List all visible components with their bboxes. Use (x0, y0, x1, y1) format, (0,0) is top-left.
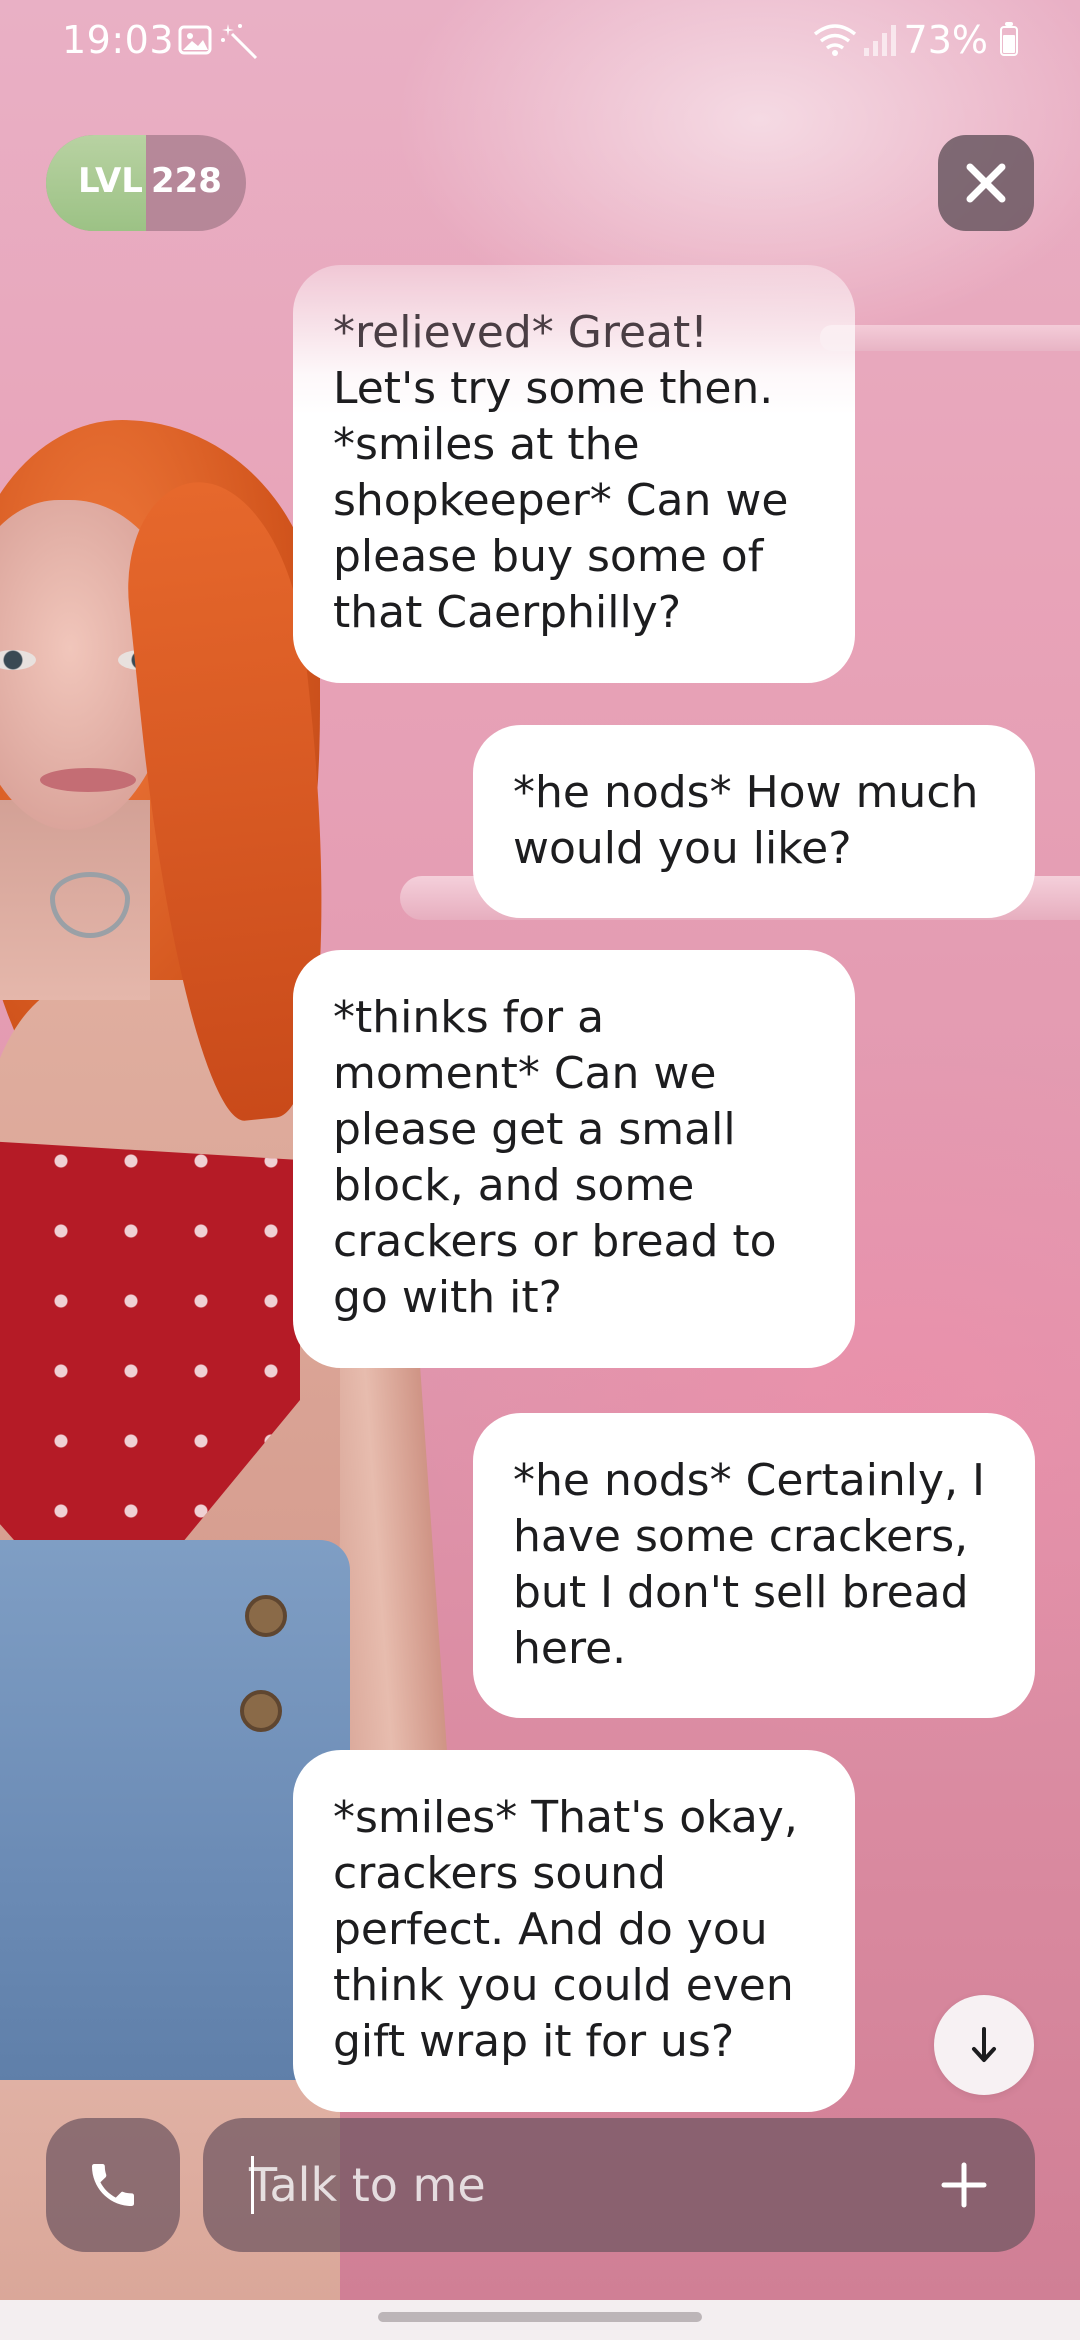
avatar-bandana-top (0, 1140, 300, 1640)
arrow-down-icon (972, 2027, 996, 2062)
message-line: *thinks for a (333, 992, 605, 1043)
level-badge[interactable]: LVL 228 (46, 135, 246, 231)
message-input[interactable]: Talk to me (203, 2118, 1035, 2252)
level-prefix: LVL (78, 161, 143, 201)
level-label: LVL 228 (78, 161, 222, 201)
message-line: please buy some of (333, 531, 764, 582)
avatar-choker (50, 872, 130, 938)
message-line: *he nods* Certainly, I (513, 1455, 986, 1506)
message-line: *he nods* How much (513, 767, 979, 818)
message-input-placeholder: Talk to me (249, 2158, 486, 2212)
avatar-eye (118, 650, 164, 670)
avatar-lips (40, 768, 136, 792)
message-line: *smiles at the (333, 419, 640, 470)
message-line: Let's try some then. (333, 363, 774, 414)
message-line: crackers sound (333, 1848, 666, 1899)
wifi-icon (812, 22, 858, 67)
battery-percentage: 73% (903, 18, 988, 62)
message-line: would you like? (513, 823, 852, 874)
message-bubble-user: *he nods* How much would you like? (473, 725, 1035, 918)
close-button[interactable] (938, 135, 1034, 231)
close-icon (966, 163, 1006, 203)
avatar-neck (0, 800, 150, 1000)
level-value: 228 (150, 161, 222, 201)
avatar-hair (0, 420, 320, 1140)
chat-screen: 19:03 73% LVL 228 *relieved* Great! Let'… (0, 0, 1080, 2340)
signal-icon (862, 22, 898, 67)
message-bubble-ai: *smiles* That's okay, crackers sound per… (293, 1750, 855, 2112)
magic-wand-icon (220, 22, 260, 71)
avatar-skirt-button (245, 1595, 287, 1637)
status-time: 19:03 (62, 18, 175, 62)
message-line: have some crackers, (513, 1511, 969, 1562)
add-attachment-button[interactable] (919, 2140, 1009, 2230)
image-icon (178, 22, 212, 66)
message-line: *smiles* That's okay, (333, 1792, 798, 1843)
home-indicator[interactable] (378, 2312, 702, 2322)
message-line: crackers or bread to (333, 1216, 777, 1267)
avatar-torso (0, 980, 340, 1600)
message-line: block, and some (333, 1160, 695, 1211)
battery-icon (1000, 22, 1018, 56)
message-line: please get a small (333, 1104, 736, 1155)
avatar-skirt-button (240, 1690, 282, 1732)
message-line: go with it? (333, 1272, 563, 1323)
message-bubble-ai: *thinks for a moment* Can we please get … (293, 950, 855, 1368)
message-line: gift wrap it for us? (333, 2016, 735, 2067)
avatar-eye (0, 650, 36, 670)
message-line: perfect. And do you (333, 1904, 768, 1955)
call-button[interactable] (46, 2118, 180, 2252)
status-bar: 19:03 73% (0, 0, 1080, 80)
message-line: that Caerphilly? (333, 587, 682, 638)
message-line: *relieved* Great! (333, 307, 708, 358)
message-line: but I don't sell bread (513, 1567, 969, 1618)
message-line: think you could even (333, 1960, 794, 2011)
avatar-face (0, 500, 180, 830)
plus-icon (941, 2162, 987, 2208)
message-line: shopkeeper* Can we (333, 475, 789, 526)
message-bubble-user: *he nods* Certainly, I have some cracker… (473, 1413, 1035, 1718)
scroll-to-bottom-button[interactable] (934, 1995, 1034, 2095)
phone-icon (92, 2164, 134, 2206)
message-bubble-ai: *relieved* Great! Let's try some then. *… (293, 265, 855, 683)
background-shelf (820, 325, 1080, 351)
message-line: here. (513, 1623, 627, 1674)
message-line: moment* Can we (333, 1048, 717, 1099)
